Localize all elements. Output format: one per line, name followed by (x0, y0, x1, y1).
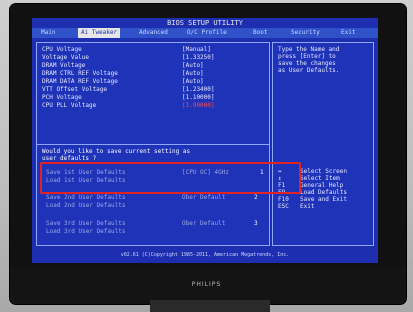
voltage-value[interactable]: [Auto] (182, 62, 204, 69)
dialog-question: Would you like to save current setting a… (42, 148, 191, 155)
tab-main[interactable]: Main (38, 28, 58, 38)
save-user-defaults-item[interactable]: Save 3rd User Defaults (46, 220, 125, 227)
voltage-label[interactable]: Voltage Value (42, 54, 89, 61)
panel-divider (36, 144, 270, 145)
voltage-label[interactable]: CPU Voltage (42, 46, 82, 53)
voltage-label[interactable]: PCH Voltage (42, 94, 82, 101)
user-defaults-number: 2 (254, 194, 258, 201)
voltage-label[interactable]: DRAM DATA REF Voltage (42, 78, 118, 85)
tab-advanced[interactable]: Advanced (136, 28, 171, 38)
user-defaults-number: 3 (254, 220, 258, 227)
user-defaults-name[interactable]: Ober Default (182, 194, 225, 201)
bios-screen: BIOS SETUP UTILITY Main Ai Tweaker Advan… (32, 18, 378, 263)
voltage-label[interactable]: DRAM Voltage (42, 62, 85, 69)
key-description: Select Screen (300, 168, 347, 175)
key-name: ESC (278, 203, 289, 210)
voltage-label[interactable]: CPU PLL Voltage (42, 102, 96, 109)
tab-oc-profile[interactable]: O/C Profile (184, 28, 230, 38)
key-description: Exit (300, 203, 315, 210)
key-description: Select Item (300, 175, 340, 182)
voltage-value[interactable]: [1.33250] (182, 54, 215, 61)
dialog-question: user defaults ? (42, 155, 97, 162)
voltage-value[interactable]: [Auto] (182, 70, 204, 77)
voltage-value[interactable]: [1.23400] (182, 86, 215, 93)
menu-bar: Main Ai Tweaker Advanced O/C Profile Boo… (32, 28, 378, 38)
monitor-brand: PHILIPS (191, 281, 222, 288)
highlight-box (40, 162, 301, 194)
key-legend-row: F10 Save and Exit (278, 196, 347, 203)
utility-title: BIOS SETUP UTILITY (167, 19, 243, 27)
help-text-line: as User Defaults. (278, 67, 340, 74)
voltage-label[interactable]: VTT Offset Voltage (42, 86, 107, 93)
voltage-value[interactable]: [1.10000] (182, 94, 215, 101)
key-description: Save and Exit (300, 196, 347, 203)
save-user-defaults-item[interactable]: Save 2nd User Defaults (46, 194, 125, 201)
monitor-stand (150, 300, 270, 312)
voltage-value-highlight[interactable]: [1.90000] (182, 102, 215, 109)
key-name: F10 (278, 196, 289, 203)
tab-boot[interactable]: Boot (250, 28, 270, 38)
footer-copyright: v02.61 (C)Copyright 1985-2011, American … (120, 252, 290, 258)
tab-exit[interactable]: Exit (338, 28, 358, 38)
tab-ai-tweaker[interactable]: Ai Tweaker (78, 28, 121, 38)
tab-security[interactable]: Security (288, 28, 323, 38)
key-legend-row: ESC Exit (278, 203, 314, 210)
key-description: Load Defaults (300, 189, 347, 196)
voltage-label[interactable]: DRAM CTRL REF Voltage (42, 70, 118, 77)
help-text-line: Type the Name and (278, 46, 340, 53)
user-defaults-name[interactable]: Ober Default (182, 220, 225, 227)
help-text-line: save the changes (278, 60, 336, 67)
voltage-value[interactable]: [Auto] (182, 78, 204, 85)
help-text-line: press [Enter] to (278, 53, 336, 60)
key-description: General Help (300, 182, 344, 189)
load-user-defaults-item[interactable]: Load 2nd User Defaults (46, 202, 125, 209)
voltage-value[interactable]: [Manual] (182, 46, 211, 53)
load-user-defaults-item[interactable]: Load 3rd User Defaults (46, 228, 125, 235)
